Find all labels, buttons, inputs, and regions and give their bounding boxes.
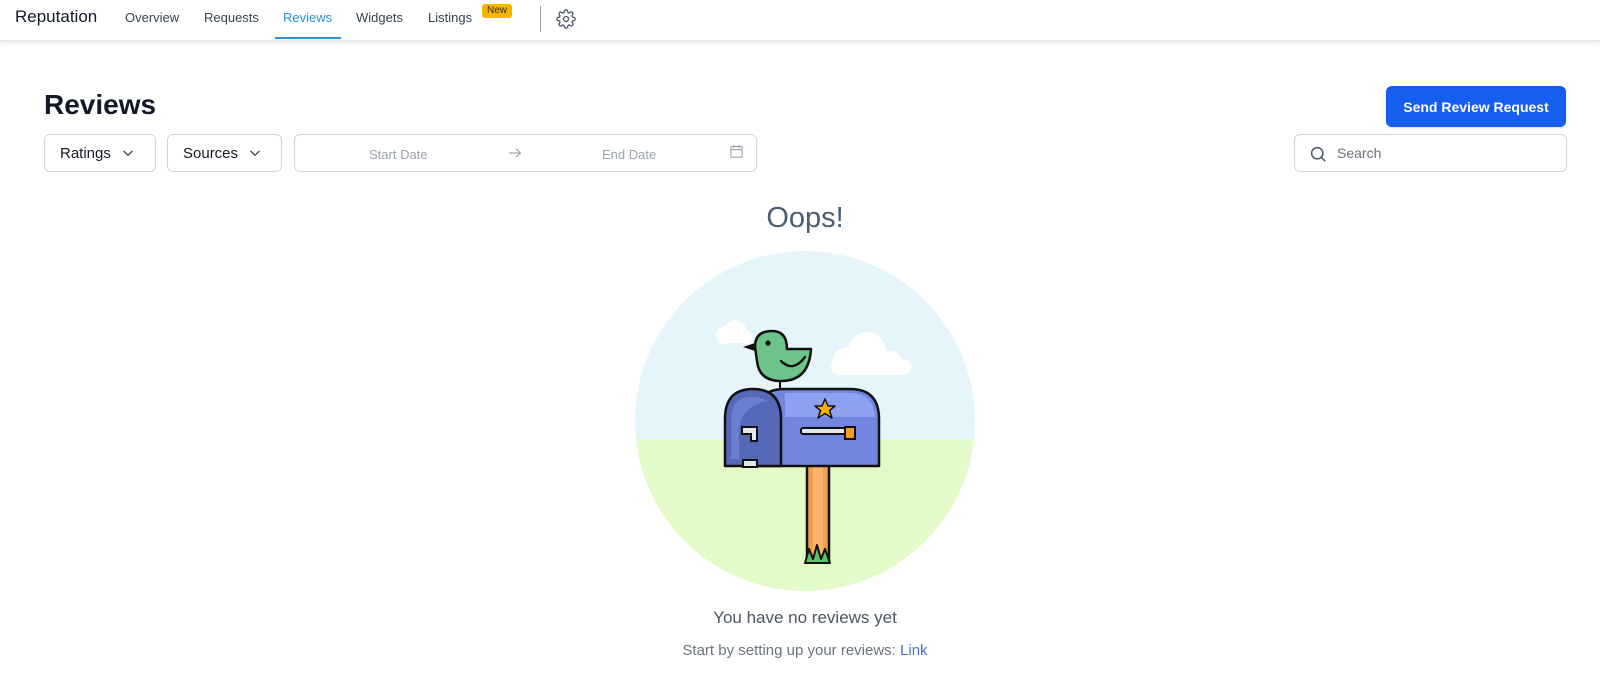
gear-icon[interactable] xyxy=(556,9,576,29)
chevron-down-icon xyxy=(123,150,133,156)
empty-state-subtext: Start by setting up your reviews: Link xyxy=(0,642,1600,659)
ratings-dropdown-label: Ratings xyxy=(60,144,111,162)
search-box[interactable] xyxy=(1294,134,1567,172)
nav-tab-overview[interactable]: Overview xyxy=(125,10,179,25)
page-title: Reviews xyxy=(44,89,157,120)
empty-state-subtext-label: Start by setting up your reviews: xyxy=(682,642,896,659)
nav-divider xyxy=(540,6,541,32)
active-tab-indicator xyxy=(275,37,341,39)
setup-reviews-link[interactable]: Link xyxy=(900,642,928,659)
new-badge: New xyxy=(482,4,513,18)
search-input[interactable] xyxy=(1337,143,1557,163)
calendar-icon xyxy=(730,144,743,158)
top-nav: Reputation Overview Requests Reviews Wid… xyxy=(0,0,1600,41)
empty-state-title: Oops! xyxy=(766,202,844,234)
date-range-picker[interactable]: Start Date End Date xyxy=(294,134,757,172)
send-review-request-button[interactable]: Send Review Request xyxy=(1386,86,1566,127)
nav-tab-widgets[interactable]: Widgets xyxy=(356,10,403,25)
arrow-right-icon xyxy=(509,148,521,158)
app-title: Reputation xyxy=(15,7,98,26)
sources-dropdown[interactable]: Sources xyxy=(167,134,282,172)
end-date-input[interactable]: End Date xyxy=(602,147,656,162)
nav-tab-reviews[interactable]: Reviews xyxy=(283,10,332,25)
nav-tab-listings[interactable]: Listings xyxy=(428,10,472,25)
search-icon xyxy=(1310,146,1326,162)
sources-dropdown-label: Sources xyxy=(183,144,239,162)
nav-tab-requests[interactable]: Requests xyxy=(204,10,259,25)
empty-state-message: You have no reviews yet xyxy=(713,608,897,627)
chevron-down-icon xyxy=(250,150,260,156)
ratings-dropdown[interactable]: Ratings xyxy=(44,134,156,172)
start-date-input[interactable]: Start Date xyxy=(369,147,428,162)
mailbox-illustration xyxy=(635,251,975,591)
